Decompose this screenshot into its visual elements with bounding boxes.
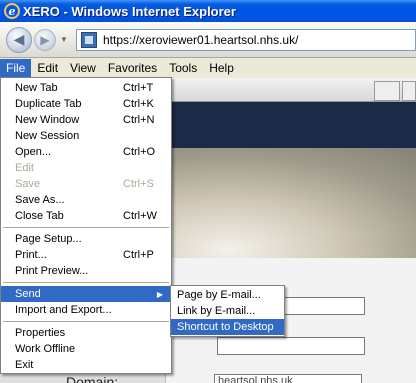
menu-item-shortcut: Ctrl+K [123, 98, 154, 110]
send-submenu: Page by E-mail... Link by E-mail... Shor… [170, 285, 285, 337]
domain-label: Domain: [66, 374, 119, 383]
menu-help[interactable]: Help [203, 59, 240, 78]
menu-item-shortcut: Ctrl+O [123, 146, 156, 158]
menu-item-label: New Window [15, 114, 80, 126]
back-button[interactable]: ◀ [6, 26, 32, 53]
menu-item-label: Exit [15, 359, 34, 371]
menu-item-close-tab[interactable]: Close Tab Ctrl+W [1, 208, 171, 224]
submenu-item-shortcut-to-desktop[interactable]: Shortcut to Desktop [171, 319, 284, 335]
menu-item-label: Properties [15, 327, 66, 339]
menu-item-work-offline[interactable]: Work Offline [1, 341, 171, 357]
back-arrow-icon: ◀ [13, 31, 25, 47]
menu-view[interactable]: View [64, 59, 102, 78]
menu-edit[interactable]: Edit [31, 59, 64, 78]
recent-pages-dropdown[interactable]: ▼ [58, 35, 70, 44]
menu-separator [3, 321, 169, 322]
menu-item-label: New Tab [15, 82, 58, 94]
menu-item-print-preview[interactable]: Print Preview... [1, 263, 171, 279]
menu-item-label: Page by E-mail... [177, 289, 261, 301]
menu-item-label: Link by E-mail... [177, 305, 256, 317]
menu-item-new-window[interactable]: New Window Ctrl+N [1, 112, 171, 128]
menu-item-shortcut: Ctrl+W [123, 210, 157, 222]
menu-item-shortcut: Ctrl+T [123, 82, 154, 94]
page-icon [81, 31, 97, 48]
menu-item-shortcut: Ctrl+S [123, 178, 154, 190]
menu-item-label: Work Offline [15, 343, 76, 355]
menu-item-duplicate-tab[interactable]: Duplicate Tab Ctrl+K [1, 96, 171, 112]
menu-item-label: Close Tab [15, 210, 64, 222]
menu-item-send[interactable]: Send ▶ [1, 286, 171, 302]
menu-item-shortcut: Ctrl+N [123, 114, 155, 126]
menu-item-label: Open... [15, 146, 52, 158]
menu-item-label: Import and Export... [15, 304, 112, 316]
menu-bar: File Edit View Favorites Tools Help [0, 58, 416, 78]
menu-item-new-tab[interactable]: New Tab Ctrl+T [1, 80, 171, 96]
menu-item-label: Print... [15, 249, 47, 261]
menu-item-label: Duplicate Tab [15, 98, 82, 110]
menu-item-save: Save Ctrl+S [1, 176, 171, 192]
menu-item-label: Save [15, 178, 41, 190]
file-menu: New Tab Ctrl+T Duplicate Tab Ctrl+K New Wi… [0, 77, 172, 374]
menu-file[interactable]: File [0, 58, 32, 78]
menu-item-label: Send [15, 288, 41, 300]
tab-button[interactable] [374, 81, 400, 101]
address-bar[interactable]: https://xeroviewer01.heartsol.nhs.uk/ [76, 28, 416, 51]
menu-item-properties[interactable]: Properties [1, 325, 171, 341]
menu-item-page-setup[interactable]: Page Setup... [1, 231, 171, 247]
submenu-item-page-by-email[interactable]: Page by E-mail... [171, 287, 284, 303]
menu-item-open[interactable]: Open... Ctrl+O [1, 144, 171, 160]
submenu-item-link-by-email[interactable]: Link by E-mail... [171, 303, 284, 319]
menu-tools[interactable]: Tools [163, 59, 203, 78]
menu-item-exit[interactable]: Exit [1, 357, 171, 373]
domain-select[interactable]: heartsol.nhs.uk [214, 374, 362, 383]
menu-item-label: New Session [15, 130, 80, 142]
submenu-arrow-icon: ▶ [156, 289, 163, 299]
window-title: XERO - Windows Internet Explorer [23, 3, 236, 19]
ie-logo-icon: e [4, 3, 20, 19]
menu-item-label: Print Preview... [15, 265, 89, 277]
window-title-bar: e XERO - Windows Internet Explorer [0, 0, 416, 22]
menu-separator [3, 282, 169, 283]
menu-item-edit: Edit [1, 160, 171, 176]
tab-button[interactable] [402, 81, 416, 101]
menu-separator [3, 227, 169, 228]
menu-item-shortcut: Ctrl+P [123, 249, 154, 261]
forward-arrow-icon: ▶ [40, 32, 50, 47]
menu-item-label: Save As... [15, 194, 65, 206]
menu-item-import-export[interactable]: Import and Export... [1, 302, 171, 318]
menu-item-label: Shortcut to Desktop [177, 321, 274, 333]
menu-favorites[interactable]: Favorites [102, 59, 163, 78]
forward-button[interactable]: ▶ [34, 28, 56, 51]
navigation-bar: ◀ ▶ ▼ https://xeroviewer01.heartsol.nhs.… [0, 22, 416, 58]
menu-item-new-session[interactable]: New Session [1, 128, 171, 144]
address-text[interactable]: https://xeroviewer01.heartsol.nhs.uk/ [103, 33, 298, 47]
menu-item-print[interactable]: Print... Ctrl+P [1, 247, 171, 263]
menu-item-save-as[interactable]: Save As... [1, 192, 171, 208]
menu-item-label: Page Setup... [15, 233, 82, 245]
menu-item-label: Edit [15, 162, 34, 174]
password-field[interactable] [217, 337, 365, 355]
